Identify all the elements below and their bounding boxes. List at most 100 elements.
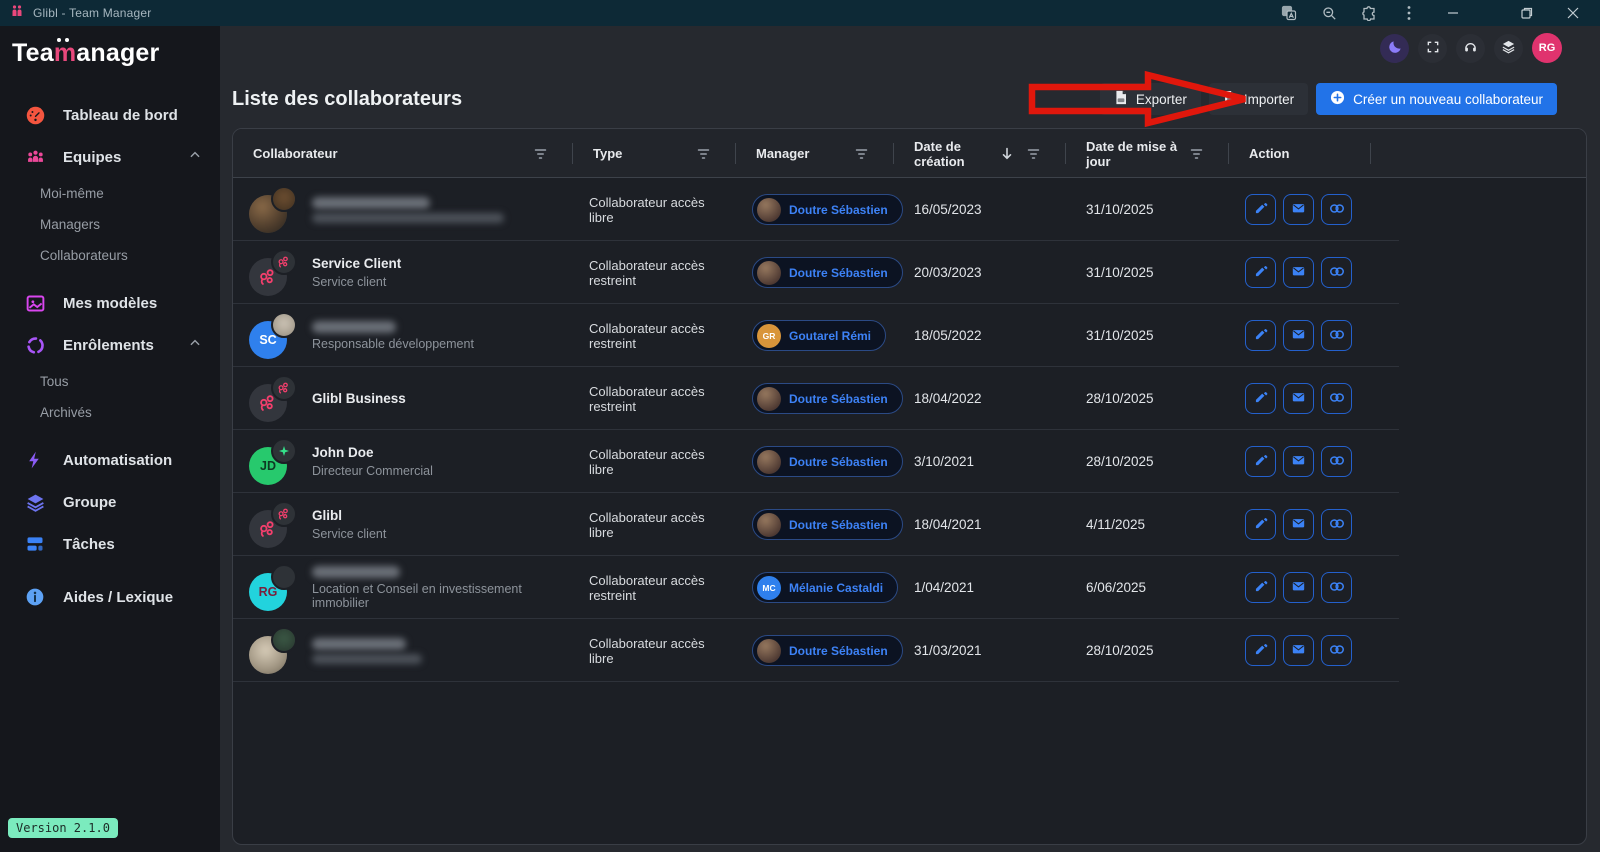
column-header-type[interactable]: Type [573,129,736,178]
sidebar-item-teams[interactable]: Equipes [0,136,220,178]
email-button[interactable] [1283,509,1314,540]
sidebar-item-collaborators[interactable]: Collaborateurs [0,240,220,271]
manager-pill[interactable]: Doutre Sébastien [752,635,903,666]
updated-date-cell: 28/10/2025 [1066,391,1229,406]
updated-date-cell: 28/10/2025 [1066,643,1229,658]
sidebar-label: Equipes [63,149,121,166]
table-row[interactable]: RG Location et Conseil en investissement… [233,556,1586,619]
email-button[interactable] [1283,194,1314,225]
edit-button[interactable] [1245,383,1276,414]
email-button[interactable] [1283,572,1314,603]
table-row[interactable]: Service Client Service client Collaborat… [233,241,1586,304]
filter-icon[interactable] [697,148,710,160]
chevron-up-icon[interactable] [188,336,202,354]
link-icon-button[interactable] [1321,635,1352,666]
link-icon-button[interactable] [1321,572,1352,603]
table-row[interactable]: Glibl Service client Collaborateur accès… [233,493,1586,556]
link-icon-button[interactable] [1321,446,1352,477]
filter-icon[interactable] [1027,148,1040,160]
manager-cell: Doutre Sébastien [736,194,894,225]
sidebar-item-automation[interactable]: Automatisation [0,439,220,481]
manager-name: Doutre Sébastien [789,203,888,217]
restore-button[interactable] [1504,7,1550,19]
user-avatar[interactable]: RG [1532,33,1562,63]
sidebar-item-dashboard[interactable]: Tableau de bord [0,94,220,136]
export-button[interactable]: Exporter [1100,83,1201,115]
sidebar-item-help[interactable]: Aides / Lexique [0,576,220,618]
sidebar-item-tasks[interactable]: Tâches [0,523,220,565]
sidebar-item-group[interactable]: Groupe [0,481,220,523]
manager-pill[interactable]: MC Mélanie Castaldi [752,572,898,603]
stack-button[interactable] [1494,34,1523,63]
action-cell [1229,509,1371,540]
email-button[interactable] [1283,383,1314,414]
action-cell [1229,635,1371,666]
manager-pill[interactable]: Doutre Sébastien [752,509,903,540]
column-header-collaborator[interactable]: Collaborateur [233,129,573,178]
filter-icon[interactable] [534,148,547,160]
edit-button[interactable] [1245,509,1276,540]
sort-desc-icon[interactable] [1001,147,1013,160]
sidebar-item-all[interactable]: Tous [0,366,220,397]
window-titlebar: Glibl - Team Manager [0,0,1600,26]
edit-button[interactable] [1245,635,1276,666]
collaborator-cell: SC Responsable développement [233,312,573,360]
table-row[interactable]: JD John Doe Directeur Commercial Collabo… [233,430,1586,493]
close-button[interactable] [1550,7,1596,19]
manager-pill[interactable]: Doutre Sébastien [752,257,903,288]
email-button[interactable] [1283,635,1314,666]
sidebar-item-enrollments[interactable]: Enrôlements [0,324,220,366]
manager-pill[interactable]: GR Goutarel Rémi [752,320,886,351]
sidebar-item-archived[interactable]: Archivés [0,397,220,428]
collaborator-subtitle [312,213,504,223]
column-header-manager[interactable]: Manager [736,129,894,178]
table-row[interactable]: Collaborateur accès libre Doutre Sébasti… [233,178,1586,241]
sidebar-item-managers[interactable]: Managers [0,209,220,240]
people-icon [24,146,46,168]
support-button[interactable] [1456,34,1485,63]
edit-button[interactable] [1245,320,1276,351]
manager-avatar [757,198,781,222]
dark-mode-button[interactable] [1380,34,1409,63]
type-cell: Collaborateur accès libre [573,195,736,225]
email-button[interactable] [1283,257,1314,288]
edit-button[interactable] [1245,446,1276,477]
table-row[interactable]: SC Responsable développement Collaborate… [233,304,1586,367]
link-icon-button[interactable] [1321,194,1352,225]
manager-pill[interactable]: Doutre Sébastien [752,194,903,225]
filter-icon[interactable] [1190,148,1203,160]
minimize-button[interactable] [1430,7,1476,19]
sidebar-item-myself[interactable]: Moi-même [0,178,220,209]
email-button[interactable] [1283,446,1314,477]
table-row[interactable]: Collaborateur accès libre Doutre Sébasti… [233,619,1586,682]
edit-button[interactable] [1245,257,1276,288]
sidebar-label: Tâches [63,536,115,553]
column-header-updated[interactable]: Date de mise à jour [1066,129,1229,178]
chevron-up-icon[interactable] [188,148,202,166]
manager-cell: MC Mélanie Castaldi [736,572,894,603]
link-icon-button[interactable] [1321,257,1352,288]
column-header-created[interactable]: Date de création [894,129,1066,178]
table-row[interactable]: Glibl Business Collaborateur accès restr… [233,367,1586,430]
edit-button[interactable] [1245,572,1276,603]
email-button[interactable] [1283,320,1314,351]
pencil-icon [1254,327,1268,344]
manager-pill[interactable]: Doutre Sébastien [752,383,903,414]
fullscreen-button[interactable] [1418,34,1447,63]
edit-button[interactable] [1245,194,1276,225]
extensions-icon[interactable] [1354,5,1384,21]
link-icon-button[interactable] [1321,320,1352,351]
link-icon-button[interactable] [1321,509,1352,540]
zoom-search-icon[interactable] [1314,6,1344,21]
filter-icon[interactable] [855,148,868,160]
table-body: Collaborateur accès libre Doutre Sébasti… [233,178,1586,682]
browser-menu-icon[interactable] [1394,5,1424,21]
import-button[interactable]: Importer [1209,83,1308,115]
manager-pill[interactable]: Doutre Sébastien [752,446,903,477]
sidebar-label: Tableau de bord [63,107,178,124]
sidebar-item-models[interactable]: Mes modèles [0,282,220,324]
create-collaborator-button[interactable]: Créer un nouveau collaborateur [1316,83,1557,115]
avatar-badge-icon [271,627,297,653]
translate-icon[interactable] [1274,5,1304,21]
link-icon-button[interactable] [1321,383,1352,414]
